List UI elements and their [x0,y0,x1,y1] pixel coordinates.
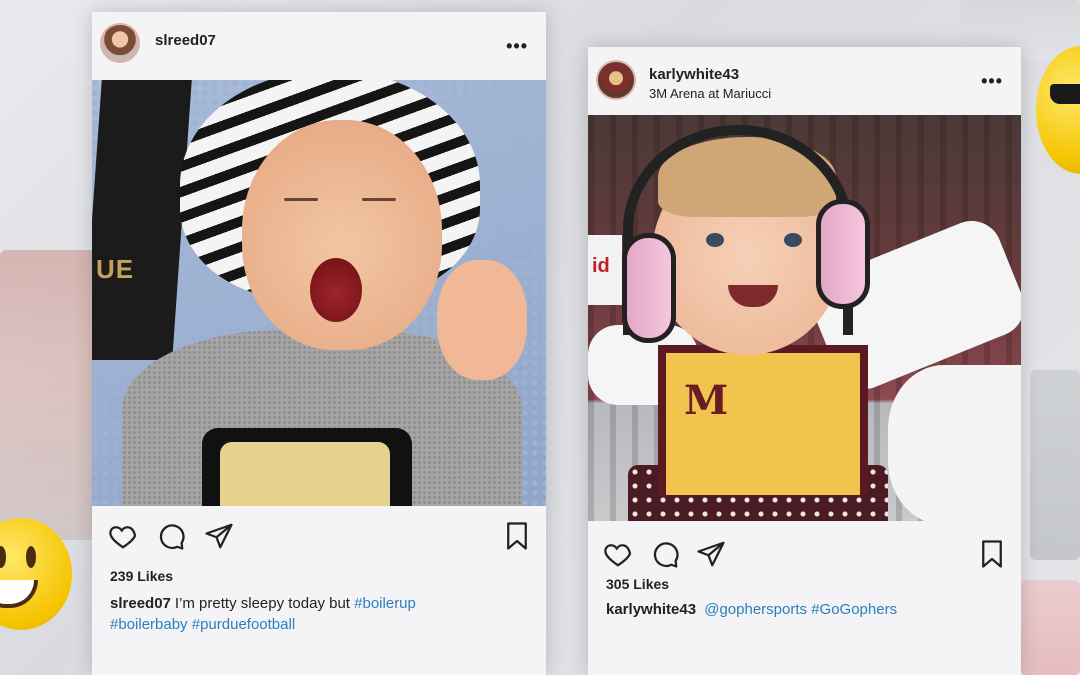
likes-count[interactable]: 239 Likes [110,568,173,584]
comment-icon[interactable] [650,539,680,569]
instagram-post: karlywhite43 3M Arena at Mariucci ••• id… [588,47,1021,675]
post-header: slreed07 ••• [92,12,546,80]
ear-cup [622,233,676,343]
heart-icon[interactable] [108,521,138,551]
emoji-eye [0,546,6,568]
post-actions [588,521,1021,571]
instagram-post: slreed07 ••• UE 239 Likes slreed07 I’m pr… [92,12,546,675]
avatar[interactable] [100,23,140,63]
caption-username[interactable]: slreed07 [110,595,171,612]
share-icon[interactable] [204,521,234,551]
shirt-logo: M [684,377,729,424]
avatar[interactable] [596,60,636,100]
caption-username[interactable]: karlywhite43 [606,601,696,618]
bookmark-icon[interactable] [502,521,532,551]
ear-cup [816,199,870,309]
share-icon[interactable] [696,539,726,569]
board-text: id [592,255,610,277]
post-actions [92,506,546,556]
emoji-mouth [0,580,38,608]
post-caption: slreed07 I’m pretty sleepy today but #boi… [110,593,530,635]
closed-eye [362,198,396,201]
hashtag[interactable]: #GoGophers [811,601,897,618]
baby-hand [437,260,527,380]
sunglasses [1050,84,1080,104]
heart-icon[interactable] [603,539,633,569]
caption-text: I’m pretty sleepy today but [174,595,355,612]
comment-icon[interactable] [156,521,186,551]
background-photo [0,250,95,540]
post-username[interactable]: slreed07 [155,32,216,49]
sunglasses-emoji [1036,46,1080,174]
likes-count[interactable]: 305 Likes [606,576,669,592]
background-photo [1030,370,1080,560]
post-location[interactable]: 3M Arena at Mariucci [649,86,771,101]
rink-board: id [588,235,622,305]
post-caption: karlywhite43 @gophersports #GoGophers [606,599,1016,620]
background-photo [1020,580,1080,675]
mention[interactable]: @gophersports [704,601,807,618]
post-username[interactable]: karlywhite43 [649,66,739,83]
parent-sleeve [888,365,1021,521]
hashtag[interactable]: #boilerup [354,595,416,612]
jersey-text: UE [96,254,135,284]
hashtag[interactable]: #boilerbaby [110,616,188,633]
emoji-eye [26,546,36,568]
more-icon[interactable]: ••• [981,71,1003,92]
yawning-mouth [310,258,362,322]
post-photo[interactable]: UE [92,80,546,506]
bookmark-icon[interactable] [977,539,1007,569]
post-header: karlywhite43 3M Arena at Mariucci ••• [588,47,1021,115]
shirt-logo-inner [220,442,390,506]
closed-eye [284,198,318,201]
more-icon[interactable]: ••• [506,36,528,57]
post-photo[interactable]: id M [588,115,1021,521]
hashtag[interactable]: #purduefootball [192,616,295,633]
